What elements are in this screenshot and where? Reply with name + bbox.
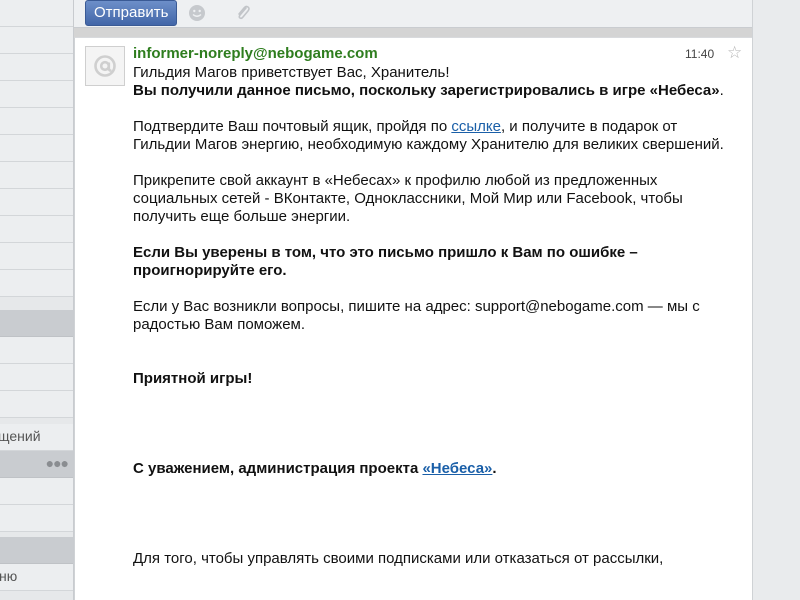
signature: С уважением, администрация проекта «Небе…	[133, 460, 733, 478]
sidebar-row[interactable]	[0, 27, 73, 54]
sidebar-row[interactable]	[0, 270, 73, 297]
sidebar-folder-item[interactable]: ню	[0, 564, 73, 591]
paperclip-icon[interactable]	[234, 4, 252, 22]
star-icon[interactable]: ☆	[727, 43, 742, 63]
sidebar-folder-label: щений	[0, 428, 41, 444]
sidebar-row[interactable]	[0, 108, 73, 135]
sender-address[interactable]: informer-noreply@nebogame.com	[133, 45, 378, 62]
confirm-paragraph: Подтвердите Ваш почтовый ящик, пройдя по…	[133, 118, 733, 154]
sidebar-row[interactable]	[0, 505, 73, 532]
at-sign-icon	[94, 55, 116, 77]
intro-end: .	[719, 82, 724, 99]
smiley-icon[interactable]	[188, 4, 206, 22]
intro-bold-text: Вы получили данное письмо, поскольку зар…	[133, 82, 720, 99]
sidebar-row[interactable]	[0, 364, 73, 391]
sidebar-row[interactable]	[0, 54, 73, 81]
mistake-paragraph: Если Вы уверены в том, что это письмо пр…	[133, 244, 638, 279]
confirm-text-start: Подтвердите Ваш почтовый ящик, пройдя по	[133, 118, 452, 135]
confirm-link[interactable]: ссылке	[451, 118, 501, 135]
sidebar-row[interactable]	[0, 0, 73, 27]
sidebar-row[interactable]	[0, 337, 73, 364]
sidebar-row[interactable]	[0, 189, 73, 216]
sidebar-row[interactable]	[0, 478, 73, 505]
sidebar-folder-label: ню	[0, 568, 18, 584]
avatar	[85, 46, 125, 86]
sidebar-row[interactable]	[0, 162, 73, 189]
compose-toolbar: Отправить	[74, 0, 752, 28]
sidebar-row[interactable]	[0, 391, 73, 418]
message-body: Гильдия Магов приветствует Вас, Хранител…	[133, 64, 733, 568]
sidebar-row[interactable]	[0, 135, 73, 162]
sidebar-folder-item-active[interactable]: ●●●	[0, 451, 73, 478]
message-view: informer-noreply@nebogame.com 11:40 ☆ Ги…	[74, 37, 752, 600]
social-paragraph: Прикрепите свой аккаунт в «Небесах» к пр…	[133, 172, 683, 225]
project-link[interactable]: «Небеса»	[422, 460, 492, 477]
sidebar-row[interactable]	[0, 243, 73, 270]
send-button[interactable]: Отправить	[85, 0, 178, 26]
message-time: 11:40	[685, 47, 715, 61]
signature-end: .	[492, 460, 497, 477]
sidebar-section-header	[0, 310, 73, 337]
greeting: Гильдия Магов приветствует Вас, Хранител…	[133, 64, 450, 81]
support-paragraph: Если у Вас возникли вопросы, пишите на а…	[133, 298, 700, 333]
unsubscribe-text: Для того, чтобы управлять своими подписк…	[133, 550, 664, 567]
signature-text: С уважением, администрация проекта	[133, 460, 423, 477]
good-game-text: Приятной игры!	[133, 370, 253, 387]
sidebar-row[interactable]	[0, 216, 73, 243]
right-background	[752, 0, 800, 600]
more-dots-icon[interactable]: ●●●	[46, 455, 69, 471]
folder-sidebar: щений ●●● ню	[0, 0, 74, 600]
sidebar-row[interactable]	[0, 81, 73, 108]
sidebar-section-header	[0, 537, 73, 564]
sidebar-folder-item[interactable]: щений	[0, 424, 73, 451]
intro-paragraph: Вы получили данное письмо, поскольку зар…	[133, 82, 733, 100]
